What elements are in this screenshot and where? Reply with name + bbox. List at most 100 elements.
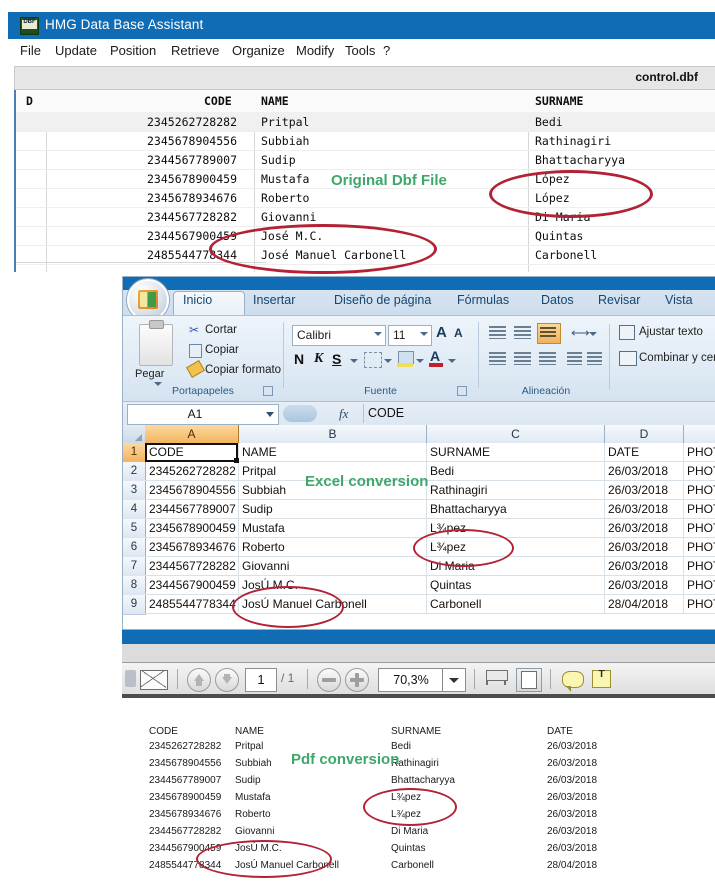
tab-datos[interactable]: Datos [541, 293, 574, 307]
pdf-toolbar[interactable]: 1 / 1 70,3% [122, 662, 715, 696]
row-header-3[interactable]: 3 [123, 481, 146, 501]
borders-dropdown-icon[interactable] [384, 359, 392, 363]
next-page-button[interactable] [215, 668, 239, 692]
cell-surname[interactable]: Rathinagiri [430, 483, 487, 497]
cell-name[interactable]: Sudip [242, 502, 273, 516]
increase-indent-icon[interactable] [587, 352, 602, 365]
cell-photo[interactable]: PHOT [687, 540, 715, 554]
cell-date[interactable]: 26/03/2018 [608, 521, 668, 535]
cut-label[interactable]: Cortar [205, 324, 237, 336]
cell-name[interactable]: Subbiah [242, 483, 286, 497]
bold-button[interactable]: N [294, 351, 304, 367]
decrease-indent-icon[interactable] [567, 352, 582, 365]
align-left-icon[interactable] [489, 352, 506, 365]
cell-date[interactable]: 26/03/2018 [608, 483, 668, 497]
previous-page-button[interactable] [187, 668, 211, 692]
row-header-2[interactable]: 2 [123, 462, 146, 482]
cell-surname[interactable]: Bhattacharyya [430, 502, 507, 516]
tab-vista[interactable]: Vista [665, 293, 693, 307]
cell-photo[interactable]: PHOT [687, 502, 715, 516]
font-size-dropdown-icon[interactable] [420, 332, 428, 336]
format-painter-label[interactable]: Copiar formato [205, 364, 281, 376]
cell-code[interactable]: 2345678934676 [149, 540, 236, 554]
merge-center-label[interactable]: Combinar y centrar [639, 352, 715, 364]
cell-code[interactable]: 2345678900459 [149, 521, 236, 535]
format-painter-icon[interactable] [186, 360, 205, 378]
copy-label[interactable]: Copiar [205, 344, 239, 356]
zoom-level-input[interactable]: 70,3% [378, 668, 444, 692]
font-name-dropdown-icon[interactable] [374, 332, 382, 336]
align-top-icon[interactable] [489, 326, 506, 339]
cell-photo[interactable]: PHOT [687, 578, 715, 592]
formula-bar-collapse-icon[interactable] [283, 405, 317, 422]
row-header-9[interactable]: 9 [123, 595, 146, 615]
column-header-a[interactable]: A [145, 425, 239, 443]
menu-item-modify[interactable]: Modify [296, 43, 334, 58]
text-note-icon[interactable] [592, 670, 611, 688]
cell-code[interactable]: 2344567728282 [149, 559, 236, 573]
align-middle-icon[interactable] [514, 326, 531, 339]
decrease-font-size-icon[interactable]: A [454, 326, 463, 340]
increase-font-size-icon[interactable]: A [436, 324, 447, 341]
paste-icon[interactable] [139, 324, 173, 366]
formula-bar-value[interactable]: CODE [368, 406, 404, 420]
cell-date[interactable]: 26/03/2018 [608, 559, 668, 573]
tab-revisar[interactable]: Revisar [598, 293, 640, 307]
tab-inicio[interactable]: Inicio [183, 293, 212, 307]
cell-date[interactable]: 26/03/2018 [608, 464, 668, 478]
cell-name[interactable]: Giovanni [242, 559, 289, 573]
name-box[interactable]: A1 [127, 404, 279, 425]
font-color-icon[interactable]: A [430, 348, 440, 364]
tab-insertar[interactable]: Insertar [253, 293, 295, 307]
cell-code[interactable]: 2344567900459 [149, 578, 236, 592]
paste-label[interactable]: Pegar [135, 368, 164, 380]
cell-name[interactable]: Pritpal [242, 464, 276, 478]
align-right-icon[interactable] [539, 352, 556, 365]
excel-grid[interactable]: 1 CODE NAME SURNAME DATE PHOT 2 23452627… [123, 443, 715, 629]
column-header-c[interactable]: C [427, 425, 605, 443]
cell-name[interactable]: Roberto [242, 540, 285, 554]
align-center-icon[interactable] [514, 352, 531, 365]
underline-dropdown-icon[interactable] [350, 359, 358, 363]
cell-surname[interactable]: Quintas [430, 578, 471, 592]
menu-item-file[interactable]: File [20, 43, 41, 58]
cell-c1[interactable]: SURNAME [430, 445, 490, 459]
fx-icon[interactable]: fx [339, 406, 348, 422]
sticky-note-icon[interactable] [562, 671, 584, 688]
cell-name[interactable]: Mustafa [242, 521, 285, 535]
table-row[interactable]: 2344567789007 Sudip Bhattacharyya [16, 150, 715, 170]
cell-surname[interactable]: Bedi [430, 464, 454, 478]
stamp-icon[interactable] [125, 670, 136, 687]
column-header-b[interactable]: B [239, 425, 427, 443]
cut-icon[interactable]: ✂ [189, 323, 199, 337]
fit-page-icon[interactable] [516, 668, 542, 692]
name-box-dropdown-icon[interactable] [266, 412, 274, 417]
underline-button[interactable]: S [332, 351, 341, 367]
table-row[interactable]: 2345678904556 Subbiah Rathinagiri [16, 131, 715, 151]
fuente-dialog-launcher[interactable] [457, 386, 467, 396]
cell-surname[interactable]: Carbonell [430, 597, 481, 611]
column-header-d[interactable]: D [605, 425, 684, 443]
mail-icon[interactable] [140, 670, 168, 690]
menu-item-retrieve[interactable]: Retrieve [171, 43, 219, 58]
cell-d1[interactable]: DATE [608, 445, 639, 459]
cell-date[interactable]: 26/03/2018 [608, 578, 668, 592]
menu-item-tools[interactable]: Tools [345, 43, 375, 58]
menu-item-organize[interactable]: Organize [232, 43, 285, 58]
row-header-5[interactable]: 5 [123, 519, 146, 539]
menu-item-position[interactable]: Position [110, 43, 156, 58]
column-header-e[interactable] [684, 425, 715, 443]
orientation-dropdown-icon[interactable] [589, 332, 597, 336]
fill-color-dropdown-icon[interactable] [416, 359, 424, 363]
menu-item-update[interactable]: Update [55, 43, 97, 58]
italic-button[interactable]: K [314, 351, 323, 367]
zoom-in-button[interactable] [345, 668, 369, 692]
cell-e1[interactable]: PHOT [687, 445, 715, 459]
fit-width-icon[interactable] [484, 668, 508, 690]
cell-date[interactable]: 26/03/2018 [608, 540, 668, 554]
cell-photo[interactable]: PHOT [687, 559, 715, 573]
cell-code[interactable]: 2485544778344 [149, 597, 236, 611]
cell-code[interactable]: 2345678904556 [149, 483, 236, 497]
cell-code[interactable]: 2345262728282 [149, 464, 236, 478]
tab-formulas[interactable]: Fórmulas [457, 293, 509, 307]
